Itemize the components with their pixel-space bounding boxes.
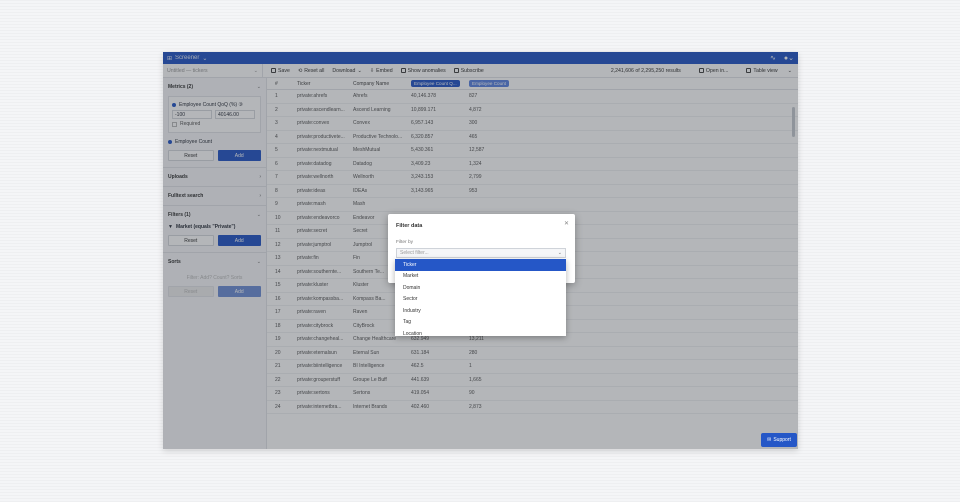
filter-dropdown: Ticker Market Domain Sector Industry Tag… xyxy=(395,259,566,336)
dropdown-option[interactable]: Tag xyxy=(395,317,566,329)
filter-select-placeholder: Select filter... xyxy=(400,250,429,256)
dropdown-option[interactable]: Ticker xyxy=(395,259,566,271)
dropdown-option[interactable]: Location xyxy=(395,328,566,336)
filter-by-label: Filter by xyxy=(396,240,414,245)
dropdown-option[interactable]: Sector xyxy=(395,294,566,306)
app-window: ⊞ Screener ⌄ ∿ ●⌄ Untitled — tickers ⌄ S… xyxy=(163,52,798,449)
chevron-down-icon: ⌄ xyxy=(557,250,562,256)
dropdown-option[interactable]: Industry xyxy=(395,305,566,317)
dropdown-option[interactable]: Domain xyxy=(395,282,566,294)
close-icon[interactable]: ✕ xyxy=(564,220,569,227)
modal-title: Filter data xyxy=(396,223,423,229)
support-button[interactable]: ✉ Support xyxy=(761,433,797,447)
dropdown-option[interactable]: Market xyxy=(395,271,566,283)
support-label: Support xyxy=(773,437,791,443)
filter-select[interactable]: Select filter... ⌄ xyxy=(396,248,566,258)
chat-icon: ✉ xyxy=(767,437,772,443)
